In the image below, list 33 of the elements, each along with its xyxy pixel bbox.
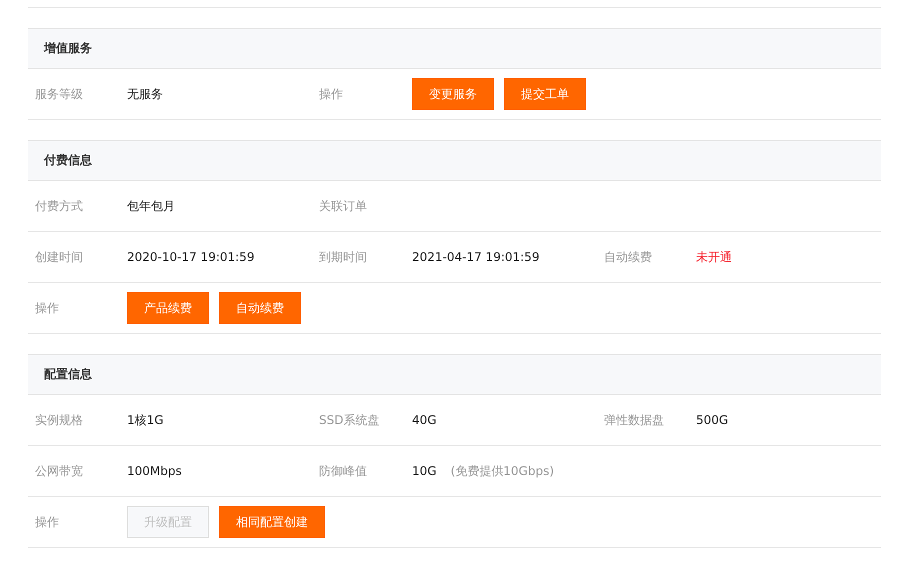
field-value: 2021-04-17 19:01:59	[412, 250, 540, 264]
field-label: 操作	[34, 300, 60, 316]
field-label: 服务等级	[34, 86, 84, 102]
field-value: 100Mbps	[127, 464, 182, 478]
field-label: 到期时间	[318, 248, 368, 266]
action-button[interactable]: 自动续费	[219, 292, 301, 324]
field-value: 500G	[696, 413, 728, 427]
field-value: 2020-10-17 19:01:59	[127, 250, 254, 264]
field-label: 弹性数据盘	[603, 412, 665, 428]
action-button[interactable]: 相同配置创建	[219, 506, 325, 538]
field-label: 实例规格	[34, 412, 84, 428]
field-label: 自动续费	[603, 248, 653, 266]
field-label: 公网带宽	[34, 462, 84, 480]
action-button[interactable]: 变更服务	[412, 78, 494, 110]
field-label: SSD系统盘	[318, 412, 380, 428]
section-title: 配置信息	[44, 366, 92, 383]
field-label: 关联订单	[318, 198, 368, 214]
field-label: 防御峰值	[318, 462, 368, 480]
field-value: 10G	[412, 464, 437, 478]
action-button[interactable]: 产品续费	[127, 292, 209, 324]
section-title: 付费信息	[44, 152, 92, 169]
field-label: 创建时间	[34, 248, 84, 266]
field-value: 1核1G	[127, 412, 164, 428]
field-note: (免费提供10Gbps)	[450, 462, 554, 480]
action-button[interactable]: 提交工单	[504, 78, 586, 110]
field-label: 付费方式	[34, 198, 84, 214]
field-label: 操作	[34, 514, 60, 530]
section-title: 增值服务	[44, 40, 92, 57]
field-value: 40G	[412, 413, 437, 427]
status-value: 未开通	[696, 248, 732, 266]
field-value: 无服务	[127, 86, 163, 102]
field-value: 包年包月	[127, 198, 175, 214]
field-label: 操作	[318, 86, 344, 102]
